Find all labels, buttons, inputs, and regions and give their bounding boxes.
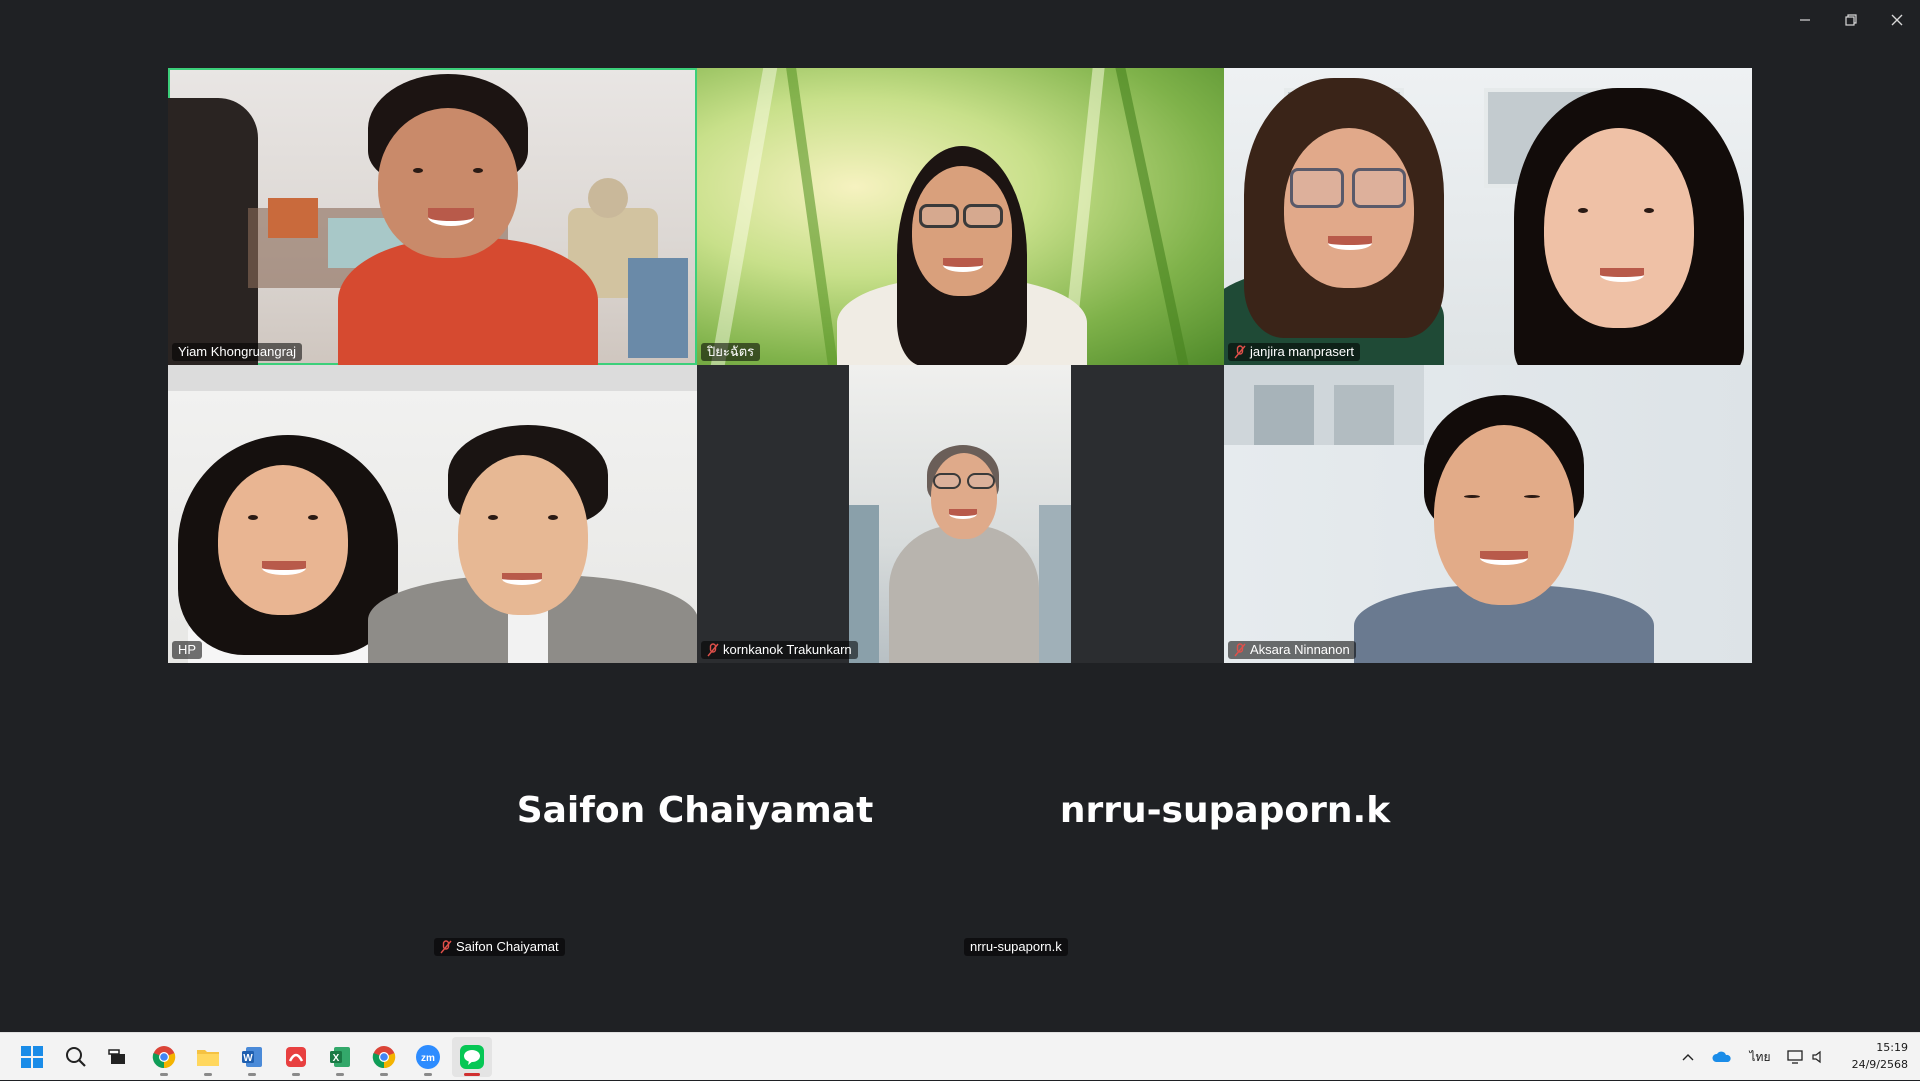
participant-video-tile[interactable]: kornkanok Trakunkarn <box>697 365 1224 663</box>
line-icon[interactable] <box>452 1037 492 1077</box>
participant-name: HP <box>178 642 197 657</box>
taskbar-clock[interactable]: 15:19 24/9/2568 <box>1852 1039 1908 1073</box>
participant-name-tag: Aksara Ninnanon <box>1228 641 1356 659</box>
svg-text:W: W <box>243 1053 253 1064</box>
show-hidden-icons-icon[interactable] <box>1676 1033 1700 1081</box>
minimize-icon[interactable] <box>1782 0 1828 40</box>
participant-video-tile[interactable]: ปิยะฉัตร <box>697 68 1224 365</box>
restore-icon[interactable] <box>1828 0 1874 40</box>
participant-video-tile[interactable]: Yiam Khongruangraj <box>168 68 697 365</box>
participant-name: Aksara Ninnanon <box>1250 642 1350 657</box>
participant-name-tag: HP <box>172 641 203 659</box>
svg-text:zm: zm <box>421 1053 435 1064</box>
task-view-icon[interactable] <box>98 1037 138 1077</box>
muted-microphone-icon <box>707 643 719 657</box>
word-icon[interactable]: W <box>232 1037 272 1077</box>
participant-name: kornkanok Trakunkarn <box>723 642 852 657</box>
participant-name: Saifon Chaiyamat <box>456 939 559 954</box>
network-icon[interactable] <box>1784 1033 1806 1081</box>
svg-text:X: X <box>333 1053 340 1064</box>
video-off-tile[interactable]: nrru-supaporn.k nrru-supaporn.k <box>960 740 1490 960</box>
muted-microphone-icon <box>440 940 452 954</box>
participant-video-tile[interactable]: Aksara Ninnanon <box>1224 365 1752 663</box>
zoom-meeting-window: Yiam Khongruangraj ปิยะฉัตร janjira manp… <box>0 0 1920 1032</box>
chrome-icon[interactable] <box>364 1037 404 1077</box>
windows-taskbar: W X zm ไทย 15:19 24/9/2568 <box>0 1032 1920 1080</box>
file-explorer-icon[interactable] <box>188 1037 228 1077</box>
start-icon[interactable] <box>12 1037 52 1077</box>
zoom-icon[interactable]: zm <box>408 1037 448 1077</box>
participant-display-name: nrru-supaporn.k <box>1059 790 1391 831</box>
search-icon[interactable] <box>56 1037 96 1077</box>
participant-name: nrru-supaporn.k <box>970 939 1062 954</box>
participant-video-tile[interactable]: janjira manprasert <box>1224 68 1752 365</box>
participant-name-tag: janjira manprasert <box>1228 343 1361 361</box>
muted-microphone-icon <box>1234 345 1246 359</box>
language-label: ไทย <box>1749 1049 1771 1064</box>
participant-name: ปิยะฉัตร <box>707 344 755 359</box>
participant-name: Yiam Khongruangraj <box>178 344 297 359</box>
volume-icon[interactable] <box>1808 1033 1828 1081</box>
participant-name-tag: kornkanok Trakunkarn <box>701 641 858 659</box>
participant-display-name: Saifon Chaiyamat <box>516 790 874 831</box>
close-icon[interactable] <box>1874 0 1920 40</box>
participant-name-tag: Saifon Chaiyamat <box>434 938 565 956</box>
participant-name-tag: nrru-supaporn.k <box>964 938 1068 956</box>
app-icon[interactable] <box>276 1037 316 1077</box>
participant-video-tile[interactable]: HP <box>168 365 697 663</box>
window-controls <box>1782 0 1920 40</box>
excel-icon[interactable]: X <box>320 1037 360 1077</box>
participant-name: janjira manprasert <box>1250 344 1355 359</box>
video-off-tile[interactable]: Saifon Chaiyamat Saifon Chaiyamat <box>430 740 960 960</box>
clock-date: 24/9/2568 <box>1851 1058 1908 1071</box>
clock-time: 15:19 <box>1876 1041 1908 1054</box>
participant-name-tag: Yiam Khongruangraj <box>172 343 303 361</box>
chrome-icon[interactable] <box>144 1037 184 1077</box>
participant-name-tag: ปิยะฉัตร <box>701 343 761 361</box>
onedrive-icon[interactable] <box>1708 1033 1736 1081</box>
language-indicator[interactable]: ไทย <box>1742 1033 1778 1081</box>
muted-microphone-icon <box>1234 643 1246 657</box>
